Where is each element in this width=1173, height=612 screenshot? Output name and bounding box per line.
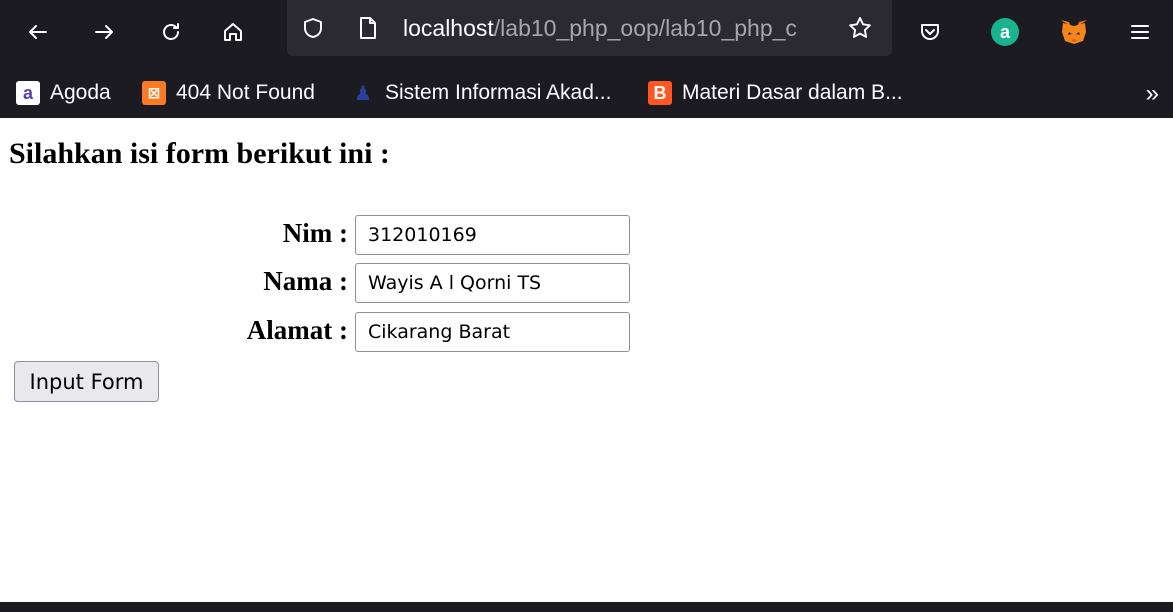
bookmark-label: Sistem Informasi Akad...: [385, 81, 612, 104]
nim-input[interactable]: [355, 215, 630, 255]
amazon-extension-icon: a: [991, 18, 1019, 46]
bookmark-label: Materi Dasar dalam B...: [682, 81, 903, 104]
pocket-button[interactable]: [910, 12, 950, 52]
home-button[interactable]: [213, 12, 253, 52]
page-info-icon[interactable]: [357, 16, 379, 40]
metamask-extension-button[interactable]: [1054, 12, 1094, 52]
bookmarks-toolbar: a Agoda ⊠ 404 Not Found ♟ Sistem Informa…: [0, 68, 1173, 118]
back-button[interactable]: [18, 12, 58, 52]
input-form-button[interactable]: Input Form: [14, 361, 159, 402]
agoda-icon: a: [16, 81, 40, 105]
nama-row: Nama :: [0, 263, 640, 305]
url-host: localhost: [403, 15, 494, 41]
pocket-icon: [921, 24, 939, 40]
bookmark-label: Agoda: [50, 81, 111, 104]
bookmark-404-not-found[interactable]: ⊠ 404 Not Found: [142, 79, 315, 107]
svg-text:a: a: [1000, 22, 1011, 42]
more-bookmarks-chevron-icon[interactable]: »: [1146, 80, 1159, 108]
bookmark-star-icon[interactable]: [847, 15, 873, 41]
university-logo-icon: ♟: [354, 82, 372, 105]
url-text[interactable]: localhost/lab10_php_oop/lab10_php_c: [403, 14, 843, 42]
page-content: Silahkan isi form berikut ini : Nim : Na…: [0, 118, 1173, 602]
bookmark-label: 404 Not Found: [176, 81, 315, 104]
alamat-label: Alamat :: [246, 315, 348, 345]
alamat-input[interactable]: [355, 312, 630, 352]
nim-row: Nim :: [0, 215, 640, 257]
bookmark-materi-dasar[interactable]: B Materi Dasar dalam B...: [648, 79, 903, 107]
form-heading: Silahkan isi form berikut ini :: [9, 137, 390, 170]
xampp-icon: ⊠: [142, 81, 166, 105]
address-bar[interactable]: localhost/lab10_php_oop/lab10_php_c: [287, 0, 892, 56]
arrow-left-icon: [29, 25, 47, 39]
menu-button[interactable]: [1120, 12, 1160, 52]
taskbar-edge: [0, 602, 1173, 612]
hamburger-menu-icon: [1131, 25, 1149, 39]
nim-label: Nim :: [282, 218, 348, 248]
url-path: /lab10_php_oop/lab10_php_c: [493, 15, 797, 41]
forward-button[interactable]: [84, 12, 124, 52]
arrow-right-icon: [95, 25, 113, 39]
nama-input[interactable]: [355, 263, 630, 303]
metamask-fox-icon: [1061, 20, 1087, 44]
bookmark-sistem-informasi[interactable]: ♟ Sistem Informasi Akad...: [351, 79, 611, 107]
reload-button[interactable]: [151, 12, 191, 52]
home-icon: [224, 23, 242, 41]
browser-toolbar: localhost/lab10_php_oop/lab10_php_c a: [0, 0, 1173, 68]
alamat-row: Alamat :: [0, 312, 640, 354]
shield-icon[interactable]: [301, 16, 325, 40]
reload-icon: [163, 23, 179, 40]
nama-label: Nama :: [263, 266, 348, 296]
bookmark-agoda[interactable]: a Agoda: [16, 79, 111, 107]
amazon-assistant-extension-button[interactable]: a: [985, 12, 1025, 52]
blogger-icon: B: [648, 81, 672, 105]
